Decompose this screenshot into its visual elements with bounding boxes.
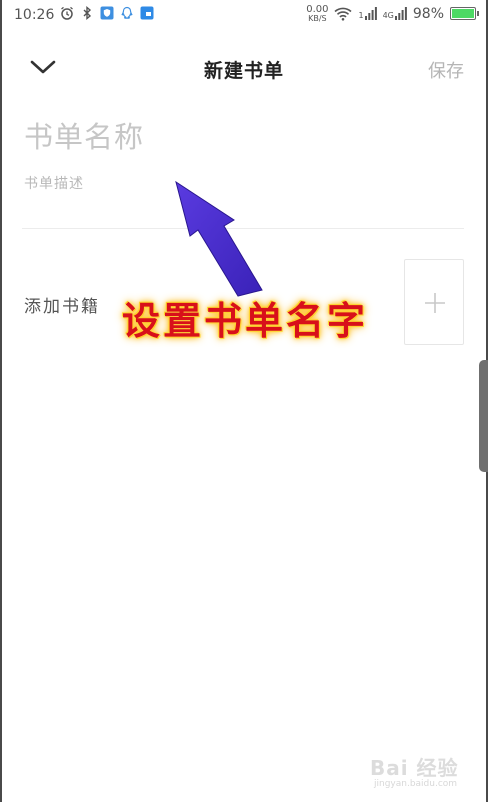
signal-1-icon: 1 <box>358 7 377 20</box>
network-speed-unit: KB/S <box>308 14 327 23</box>
signal-4g-icon: 4G <box>383 7 407 20</box>
notification-icon <box>140 6 154 20</box>
signal-bars-icon <box>394 7 407 20</box>
save-button[interactable]: 保存 <box>428 57 464 83</box>
plus-icon <box>425 293 445 313</box>
status-icons-left <box>60 6 154 20</box>
annotation-caption: 设置书单名字 <box>122 298 369 343</box>
status-bar: 10:26 0.00 KB/S 1 4G 98% <box>0 0 488 32</box>
add-book-button[interactable] <box>404 259 464 345</box>
battery-icon <box>450 7 479 20</box>
battery-fill <box>452 9 474 18</box>
status-icons-right: 0.00 KB/S 1 4G 98% <box>306 4 479 23</box>
watermark-url: jingyan.baidu.com <box>374 779 458 789</box>
divider <box>22 228 464 229</box>
signal-4g-label: 4G <box>382 11 394 20</box>
status-time: 10:26 <box>14 7 55 23</box>
booklist-description-input[interactable] <box>24 172 464 196</box>
alarm-icon <box>61 6 73 20</box>
nav-bar: 新建书单 保存 <box>0 40 488 96</box>
watermark-brand: Bai 经验 <box>370 756 459 780</box>
signal-bars-icon <box>364 7 377 20</box>
shield-icon <box>100 6 114 20</box>
wifi-icon <box>334 7 353 21</box>
network-speed: 0.00 KB/S <box>306 4 328 23</box>
scrollbar[interactable] <box>479 360 488 472</box>
battery-percent: 98% <box>412 5 444 22</box>
page-title: 新建书单 <box>203 60 284 82</box>
signal-1-label: 1 <box>358 11 364 20</box>
booklist-name-input[interactable] <box>24 114 464 160</box>
qq-icon <box>121 6 133 19</box>
add-books-label: 添加书籍 <box>24 297 100 317</box>
bluetooth-icon <box>83 6 92 20</box>
